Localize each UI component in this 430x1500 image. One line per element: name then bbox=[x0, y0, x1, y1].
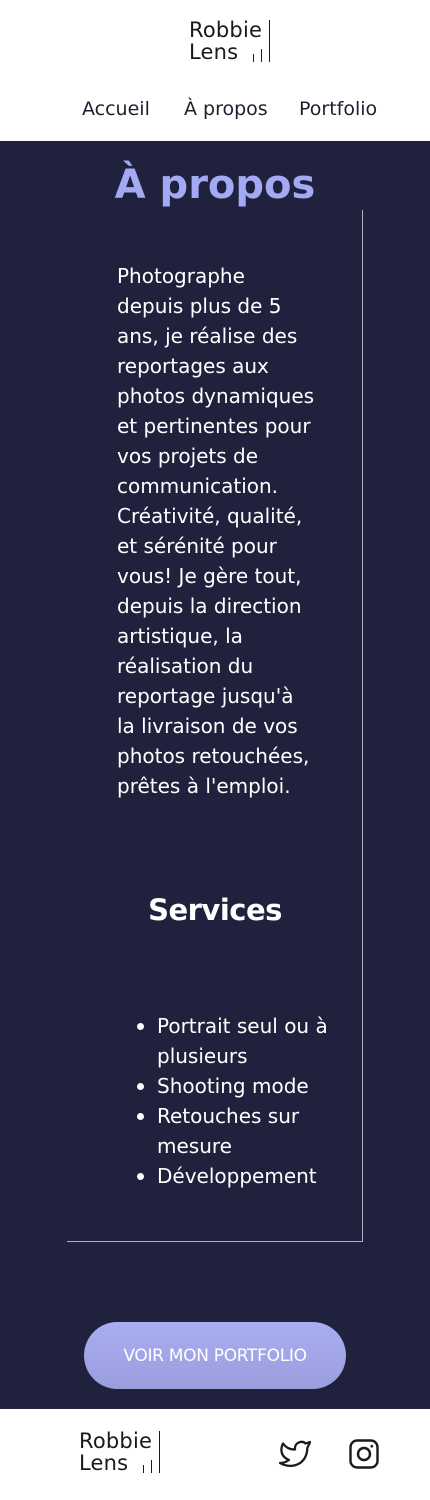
logo-bars-icon bbox=[141, 1431, 163, 1475]
brand-name-line2: Lens bbox=[79, 1451, 129, 1475]
page-title: À propos bbox=[114, 162, 316, 208]
instagram-icon[interactable] bbox=[346, 1436, 382, 1472]
footer-brand-logo[interactable]: Robbie Lens bbox=[79, 1429, 165, 1475]
about-text: Photographe depuis plus de 5 ans, je réa… bbox=[117, 264, 315, 798]
brand-name-line1: Robbie bbox=[189, 18, 263, 42]
list-item: Développement bbox=[137, 1161, 337, 1191]
about-section: À propos Photographe depuis plus de 5 an… bbox=[0, 141, 430, 1409]
nav-item-a-propos[interactable]: À propos bbox=[184, 95, 268, 123]
services-list: Portrait seul ou à plusieurs Shooting mo… bbox=[137, 1011, 337, 1191]
nav-item-accueil[interactable]: Accueil bbox=[82, 95, 150, 123]
frame-border-right bbox=[362, 210, 363, 1242]
twitter-icon[interactable] bbox=[277, 1436, 313, 1472]
list-item: Retouches sur mesure bbox=[137, 1101, 337, 1161]
list-item: Portrait seul ou à plusieurs bbox=[137, 1011, 337, 1071]
site-footer: Robbie Lens bbox=[0, 1409, 430, 1500]
main-nav: Accueil À propos Portfolio bbox=[0, 95, 430, 123]
services-title: Services bbox=[148, 893, 282, 927]
site-header: Robbie Lens Accueil À propos Portfolio bbox=[0, 0, 430, 141]
nav-item-portfolio[interactable]: Portfolio bbox=[299, 95, 377, 123]
brand-logo[interactable]: Robbie Lens bbox=[189, 18, 273, 64]
list-item: Shooting mode bbox=[137, 1071, 337, 1101]
logo-bars-icon bbox=[251, 20, 273, 64]
brand-name-line2: Lens bbox=[189, 40, 239, 64]
portfolio-button[interactable]: VOIR MON PORTFOLIO bbox=[84, 1322, 346, 1389]
frame-border-bottom bbox=[67, 1241, 363, 1242]
brand-name-line1: Robbie bbox=[79, 1429, 153, 1453]
